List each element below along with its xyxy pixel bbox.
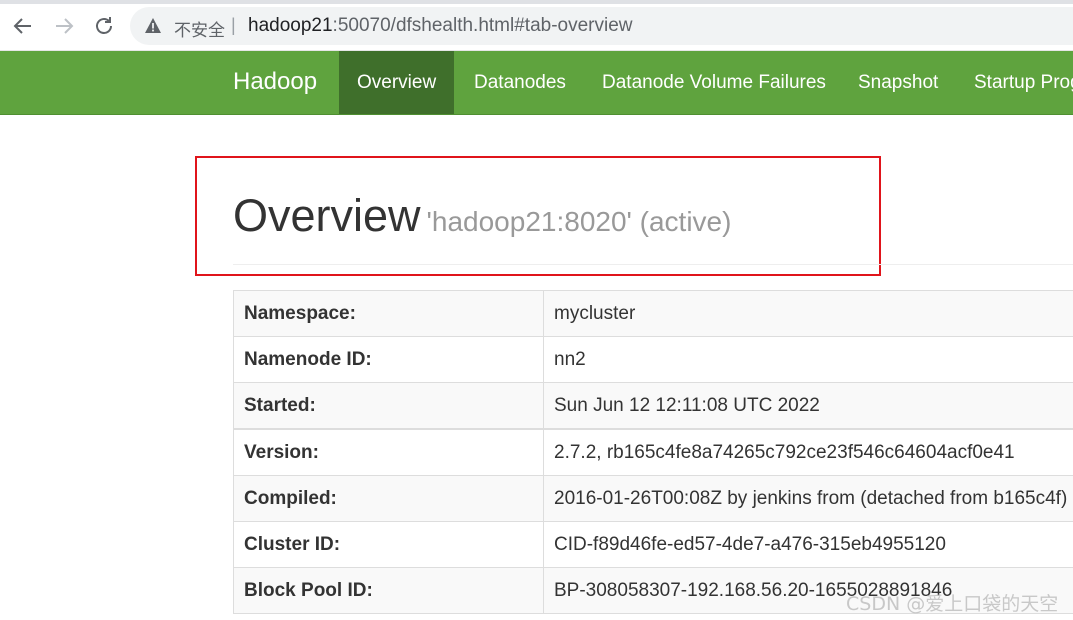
- forward-arrow-icon[interactable]: [52, 14, 76, 38]
- row-value: CID-f89d46fe-ed57-4de7-a476-315eb4955120: [543, 521, 1073, 568]
- row-key: Version:: [233, 428, 544, 476]
- tab-datanode-volume-failures[interactable]: Datanode Volume Failures: [602, 51, 826, 114]
- table-row: Started: Sun Jun 12 12:11:08 UTC 2022: [233, 382, 1073, 430]
- row-key: Cluster ID:: [233, 521, 544, 568]
- table-row: Compiled: 2016-01-26T00:08Z by jenkins f…: [233, 475, 1073, 522]
- row-value: 2016-01-26T00:08Z by jenkins from (detac…: [543, 475, 1073, 522]
- page-title-text: Overview: [233, 190, 421, 241]
- watermark-text: CSDN @爱上口袋的天空: [846, 593, 1059, 615]
- tab-strip-edge: [0, 0, 1073, 4]
- row-key: Namenode ID:: [233, 336, 544, 383]
- row-value: mycluster: [543, 290, 1073, 337]
- header-divider: [233, 264, 1073, 265]
- address-bar[interactable]: 不安全 | hadoop21:50070/dfshealth.html#tab-…: [130, 7, 1073, 45]
- row-value: nn2: [543, 336, 1073, 383]
- row-value: Sun Jun 12 12:11:08 UTC 2022: [543, 382, 1073, 430]
- page-subtitle: 'hadoop21:8020' (active): [426, 206, 732, 237]
- table-row: Namenode ID: nn2: [233, 336, 1073, 383]
- browser-toolbar: 不安全 | hadoop21:50070/dfshealth.html#tab-…: [0, 0, 1073, 51]
- page-title: Overview'hadoop21:8020' (active): [233, 190, 731, 242]
- url-path: :50070/dfshealth.html#tab-overview: [332, 15, 633, 36]
- brand-logo-text[interactable]: Hadoop: [233, 68, 317, 96]
- table-row: Namespace: mycluster: [233, 290, 1073, 337]
- back-arrow-icon[interactable]: [11, 14, 35, 38]
- warning-icon[interactable]: [144, 17, 162, 35]
- security-label[interactable]: 不安全: [174, 16, 225, 41]
- table-row: Cluster ID: CID-f89d46fe-ed57-4de7-a476-…: [233, 521, 1073, 568]
- address-separator: |: [231, 15, 236, 35]
- tab-startup-progress[interactable]: Startup Progress: [974, 51, 1073, 114]
- url-text[interactable]: hadoop21:50070/dfshealth.html#tab-overvi…: [248, 15, 633, 37]
- reload-icon[interactable]: [92, 14, 116, 38]
- row-value: 2.7.2, rb165c4fe8a74265c792ce23f546c6460…: [543, 428, 1073, 476]
- row-key: Namespace:: [233, 290, 544, 337]
- tab-overview[interactable]: Overview: [339, 51, 455, 114]
- row-key: Block Pool ID:: [233, 567, 544, 614]
- tab-snapshot[interactable]: Snapshot: [858, 51, 938, 114]
- url-host: hadoop21: [248, 15, 333, 36]
- tab-datanodes[interactable]: Datanodes: [474, 51, 566, 114]
- hadoop-navbar: Hadoop Overview Datanodes Datanode Volum…: [0, 51, 1073, 115]
- table-row: Version: 2.7.2, rb165c4fe8a74265c792ce23…: [233, 428, 1073, 476]
- row-key: Started:: [233, 382, 544, 430]
- overview-table: Namespace: mycluster Namenode ID: nn2 St…: [233, 290, 1073, 614]
- row-key: Compiled:: [233, 475, 544, 522]
